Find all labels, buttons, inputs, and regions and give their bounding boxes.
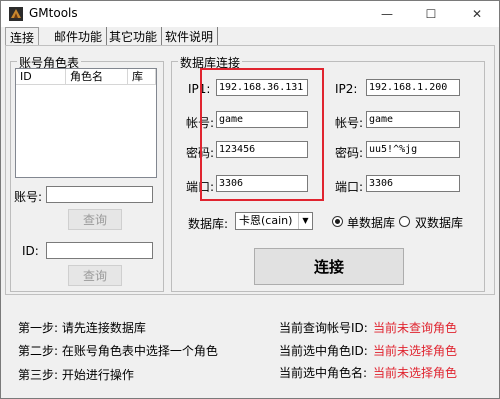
step3-text: 第三步: 开始进行操作	[18, 368, 134, 382]
step2-text: 第二步: 在账号角色表中选择一个角色	[18, 344, 218, 358]
minimize-button[interactable]: —	[365, 1, 409, 27]
col-role-name[interactable]: 角色名	[66, 69, 128, 85]
status-role-id-label: 当前选中角色ID:	[279, 344, 368, 358]
connect-button[interactable]: 连接	[254, 248, 404, 285]
pwd2-label: 密码:	[335, 146, 364, 160]
ip2-label: IP2:	[335, 82, 358, 96]
dbtype-select[interactable]: 卡恩(cain) ▼	[235, 212, 313, 230]
single-db-radio[interactable]	[332, 216, 343, 227]
user2-label: 帐号:	[335, 116, 364, 130]
ip2-input[interactable]: 192.168.1.200	[366, 79, 460, 96]
port2-label: 端口:	[335, 180, 364, 194]
status-account-value: 当前未查询角色	[373, 321, 458, 335]
port2-input[interactable]: 3306	[366, 175, 460, 192]
dbtype-selected-value: 卡恩(cain)	[239, 214, 293, 227]
id-input[interactable]	[46, 242, 153, 259]
tab-bar: 连接 邮件功能 其它功能 软件说明	[1, 27, 499, 45]
tab-mail[interactable]: 邮件功能	[50, 27, 108, 45]
query-account-button[interactable]: 查询	[68, 209, 122, 230]
col-db[interactable]: 库	[128, 69, 156, 85]
window-title: GMtools	[29, 6, 78, 20]
account-label: 账号:	[14, 190, 43, 204]
app-icon	[9, 7, 23, 21]
user2-input[interactable]: game	[366, 111, 460, 128]
account-input[interactable]	[46, 186, 153, 203]
maximize-button[interactable]: ☐	[409, 1, 453, 27]
col-id[interactable]: ID	[16, 69, 66, 85]
list-header: ID 角色名 库	[16, 69, 156, 85]
close-button[interactable]: ✕	[455, 1, 499, 27]
id-label: ID:	[22, 244, 39, 258]
double-db-radio[interactable]	[399, 216, 410, 227]
status-role-name-label: 当前选中角色名:	[279, 366, 368, 380]
app-window: GMtools — ☐ ✕ 连接 邮件功能 其它功能 软件说明 账号角色表 ID…	[0, 0, 500, 399]
single-db-label[interactable]: 单数据库	[347, 214, 395, 231]
step1-text: 第一步: 请先连接数据库	[18, 321, 146, 335]
double-db-label[interactable]: 双数据库	[415, 214, 463, 231]
status-role-name-value: 当前未选择角色	[373, 366, 458, 380]
highlight-annotation	[200, 68, 324, 201]
account-role-list[interactable]: ID 角色名 库	[15, 68, 157, 178]
chevron-down-icon: ▼	[298, 213, 312, 229]
query-id-button[interactable]: 查询	[68, 265, 122, 286]
status-account-label: 当前查询帐号ID:	[279, 321, 368, 335]
tab-other[interactable]: 其它功能	[105, 27, 163, 45]
tab-connect[interactable]: 连接	[5, 27, 40, 45]
status-role-id-value: 当前未选择角色	[373, 344, 458, 358]
tab-help[interactable]: 软件说明	[161, 27, 219, 45]
dbtype-label: 数据库:	[188, 217, 229, 231]
title-bar[interactable]: GMtools — ☐ ✕	[1, 1, 499, 27]
pwd2-input[interactable]: uu5!^%jg	[366, 141, 460, 158]
